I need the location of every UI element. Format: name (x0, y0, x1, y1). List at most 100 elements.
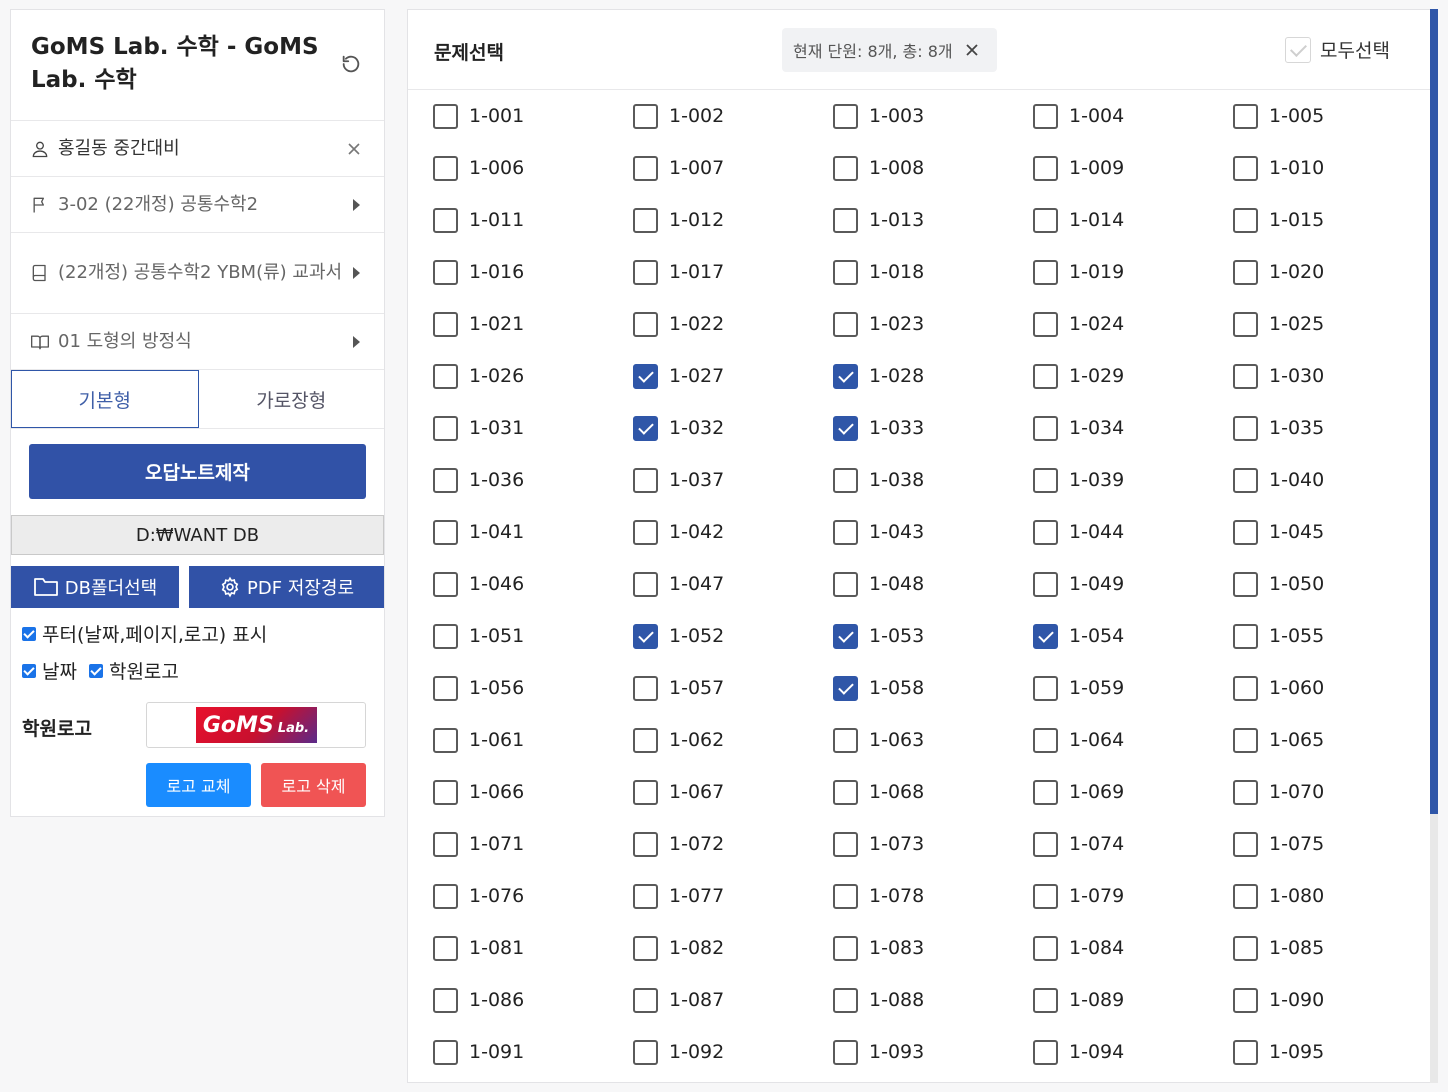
problem-checkbox[interactable] (1033, 520, 1058, 545)
problem-checkbox[interactable] (833, 884, 858, 909)
problem-item[interactable]: 1-061 (433, 728, 633, 780)
student-row[interactable]: 홍길동 중간대비 (11, 121, 384, 177)
tab-landscape[interactable]: 가로장형 (199, 370, 385, 428)
problem-item[interactable]: 1-057 (633, 676, 833, 728)
problem-item[interactable]: 1-069 (1033, 780, 1233, 832)
problem-checkbox[interactable] (833, 1040, 858, 1065)
problem-checkbox[interactable] (633, 364, 658, 389)
select-all-checkbox[interactable] (1285, 36, 1311, 63)
problem-checkbox[interactable] (1233, 728, 1258, 753)
logo-replace-button[interactable]: 로고 교체 (146, 763, 251, 807)
create-note-button[interactable]: 오답노트제작 (29, 444, 366, 499)
problem-item[interactable]: 1-068 (833, 780, 1033, 832)
problem-item[interactable]: 1-026 (433, 364, 633, 416)
problem-item[interactable]: 1-087 (633, 988, 833, 1040)
problem-item[interactable]: 1-064 (1033, 728, 1233, 780)
problem-checkbox[interactable] (633, 312, 658, 337)
problem-item[interactable]: 1-086 (433, 988, 633, 1040)
problem-checkbox[interactable] (1033, 988, 1058, 1013)
problem-checkbox[interactable] (433, 884, 458, 909)
problem-checkbox[interactable] (433, 312, 458, 337)
problem-checkbox[interactable] (833, 364, 858, 389)
problem-item[interactable]: 1-077 (633, 884, 833, 936)
problem-checkbox[interactable] (1033, 364, 1058, 389)
problem-item[interactable]: 1-048 (833, 572, 1033, 624)
problem-checkbox[interactable] (1233, 572, 1258, 597)
problem-checkbox[interactable] (433, 936, 458, 961)
problem-item[interactable]: 1-056 (433, 676, 633, 728)
problem-checkbox[interactable] (633, 104, 658, 129)
problem-checkbox[interactable] (1233, 364, 1258, 389)
problem-checkbox[interactable] (1033, 780, 1058, 805)
problem-item[interactable]: 1-062 (633, 728, 833, 780)
problem-checkbox[interactable] (633, 468, 658, 493)
scrollbar[interactable] (1430, 9, 1438, 1083)
problem-checkbox[interactable] (1033, 884, 1058, 909)
problem-item[interactable]: 1-017 (633, 260, 833, 312)
problem-item[interactable]: 1-095 (1233, 1040, 1433, 1082)
problem-item[interactable]: 1-009 (1033, 156, 1233, 208)
problem-checkbox[interactable] (1033, 1040, 1058, 1065)
problem-item[interactable]: 1-089 (1033, 988, 1233, 1040)
problem-checkbox[interactable] (633, 780, 658, 805)
problem-item[interactable]: 1-034 (1033, 416, 1233, 468)
problem-item[interactable]: 1-002 (633, 104, 833, 156)
problem-item[interactable]: 1-065 (1233, 728, 1433, 780)
problem-checkbox[interactable] (1233, 884, 1258, 909)
problem-checkbox[interactable] (433, 624, 458, 649)
problem-checkbox[interactable] (433, 832, 458, 857)
problem-item[interactable]: 1-058 (833, 676, 1033, 728)
problem-checkbox[interactable] (433, 728, 458, 753)
problem-checkbox[interactable] (1233, 988, 1258, 1013)
problem-item[interactable]: 1-076 (433, 884, 633, 936)
problem-checkbox[interactable] (833, 936, 858, 961)
problem-item[interactable]: 1-063 (833, 728, 1033, 780)
logo-delete-button[interactable]: 로고 삭제 (261, 763, 366, 807)
problem-checkbox[interactable] (1233, 780, 1258, 805)
problem-checkbox[interactable] (1233, 676, 1258, 701)
date-checkbox[interactable] (22, 663, 36, 678)
problem-checkbox[interactable] (1033, 260, 1058, 285)
problem-item[interactable]: 1-074 (1033, 832, 1233, 884)
problem-checkbox[interactable] (633, 1040, 658, 1065)
problem-item[interactable]: 1-044 (1033, 520, 1233, 572)
problem-checkbox[interactable] (833, 676, 858, 701)
problem-item[interactable]: 1-043 (833, 520, 1033, 572)
problem-checkbox[interactable] (833, 520, 858, 545)
problem-item[interactable]: 1-020 (1233, 260, 1433, 312)
problem-checkbox[interactable] (433, 676, 458, 701)
problem-checkbox[interactable] (1233, 468, 1258, 493)
problem-checkbox[interactable] (833, 988, 858, 1013)
problem-checkbox[interactable] (1233, 156, 1258, 181)
problem-checkbox[interactable] (1233, 312, 1258, 337)
problem-checkbox[interactable] (1033, 832, 1058, 857)
problem-checkbox[interactable] (633, 988, 658, 1013)
problem-checkbox[interactable] (633, 208, 658, 233)
problem-item[interactable]: 1-038 (833, 468, 1033, 520)
unit-row[interactable]: 01 도형의 방정식 (11, 314, 384, 370)
close-icon[interactable] (965, 43, 979, 57)
problem-checkbox[interactable] (833, 728, 858, 753)
problem-checkbox[interactable] (433, 416, 458, 441)
problem-checkbox[interactable] (1233, 104, 1258, 129)
problem-checkbox[interactable] (833, 260, 858, 285)
problem-item[interactable]: 1-031 (433, 416, 633, 468)
problem-checkbox[interactable] (1033, 624, 1058, 649)
problem-checkbox[interactable] (833, 312, 858, 337)
problem-checkbox[interactable] (1033, 572, 1058, 597)
problem-checkbox[interactable] (433, 988, 458, 1013)
problem-item[interactable]: 1-090 (1233, 988, 1433, 1040)
problem-item[interactable]: 1-047 (633, 572, 833, 624)
problem-item[interactable]: 1-033 (833, 416, 1033, 468)
problem-item[interactable]: 1-059 (1033, 676, 1233, 728)
problem-checkbox[interactable] (433, 520, 458, 545)
problem-checkbox[interactable] (633, 520, 658, 545)
problem-checkbox[interactable] (833, 416, 858, 441)
db-folder-button[interactable]: DB폴더선택 (11, 566, 179, 608)
problem-checkbox[interactable] (633, 936, 658, 961)
problem-item[interactable]: 1-035 (1233, 416, 1433, 468)
problem-item[interactable]: 1-003 (833, 104, 1033, 156)
problem-item[interactable]: 1-029 (1033, 364, 1233, 416)
problem-item[interactable]: 1-070 (1233, 780, 1433, 832)
problem-item[interactable]: 1-007 (633, 156, 833, 208)
